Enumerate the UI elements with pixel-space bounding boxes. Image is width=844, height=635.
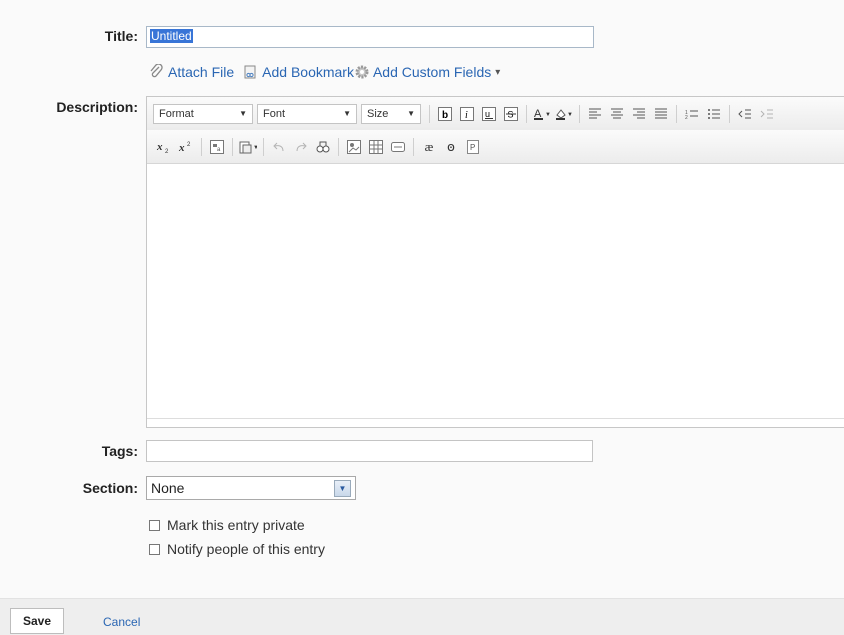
bullet-list-icon[interactable]: [705, 105, 723, 123]
section-select[interactable]: None ▼: [146, 476, 356, 500]
private-checkbox-label: Mark this entry private: [167, 517, 305, 533]
redo-icon[interactable]: [292, 138, 310, 156]
superscript-icon[interactable]: x2: [177, 138, 195, 156]
svg-text:P: P: [470, 143, 475, 152]
notify-checkbox[interactable]: [149, 543, 160, 555]
italic-icon[interactable]: i: [458, 105, 476, 123]
toolbar-separator: [729, 104, 730, 123]
font-dropdown[interactable]: Font ▼: [257, 103, 357, 124]
svg-text:i: i: [465, 110, 468, 121]
attach-file-link[interactable]: Attach File: [148, 64, 234, 80]
toolbar-separator: [263, 137, 264, 156]
svg-text:2: 2: [187, 142, 191, 148]
font-dropdown-label: Font: [263, 107, 286, 120]
title-label: Title:: [104, 28, 138, 44]
align-right-icon[interactable]: [630, 105, 648, 123]
align-left-icon[interactable]: [586, 105, 604, 123]
svg-text:x: x: [178, 142, 185, 154]
description-label: Description:: [56, 99, 138, 115]
section-selected-value: None: [151, 480, 185, 496]
dropdown-arrow-icon: ▼: [407, 109, 415, 118]
add-bookmark-label: Add Bookmark: [262, 64, 354, 80]
indent-icon[interactable]: [758, 105, 776, 123]
svg-text:2: 2: [685, 115, 688, 120]
insert-image-icon[interactable]: a: [208, 138, 226, 156]
attachment-links: Attach File Add Bookmark Add Custom Fiel…: [148, 64, 500, 80]
editor-content-area[interactable]: [147, 164, 844, 427]
add-custom-fields-label: Add Custom Fields: [372, 64, 492, 80]
subscript-icon[interactable]: x2: [155, 138, 173, 156]
toolbar-separator: [201, 137, 202, 156]
toolbar-separator: [579, 104, 580, 123]
chevron-down-icon: ▾: [495, 66, 501, 78]
dropdown-arrow-icon: ▼: [343, 109, 351, 118]
attach-file-label: Attach File: [168, 64, 235, 80]
editor-status-bar: [147, 418, 844, 427]
bookmark-icon: [244, 65, 256, 79]
insert-media-icon[interactable]: [345, 138, 363, 156]
svg-text:▼: ▼: [545, 112, 551, 118]
format-dropdown-label: Format: [159, 107, 194, 120]
tags-input[interactable]: [146, 440, 593, 462]
svg-text:b: b: [442, 110, 448, 121]
numbered-list-icon[interactable]: 12: [683, 105, 701, 123]
outdent-icon[interactable]: [736, 105, 754, 123]
strikethrough-icon[interactable]: S: [502, 105, 520, 123]
paste-icon[interactable]: ▼: [239, 138, 257, 156]
title-value: Untitled: [150, 29, 193, 43]
undo-icon[interactable]: [270, 138, 288, 156]
dropdown-arrow-icon: ▼: [239, 109, 247, 118]
insert-table-icon[interactable]: [367, 138, 385, 156]
svg-text:2: 2: [165, 149, 169, 154]
format-dropdown[interactable]: Format ▼: [153, 103, 253, 124]
text-color-icon[interactable]: A ▼: [533, 105, 551, 123]
add-bookmark-link[interactable]: Add Bookmark: [242, 64, 354, 80]
toolbar-separator: [676, 104, 677, 123]
notify-checkbox-row[interactable]: Notify people of this entry: [149, 541, 325, 557]
editor-toolbar-row-1: Format ▼ Font ▼ Size ▼ b i u S A▼ ▼ 12: [147, 97, 844, 131]
private-checkbox-row[interactable]: Mark this entry private: [149, 517, 305, 533]
section-label: Section:: [82, 480, 138, 496]
background-color-icon[interactable]: ▼: [555, 105, 573, 123]
paragraph-icon[interactable]: P: [464, 138, 482, 156]
gear-icon: [355, 65, 369, 79]
bold-icon[interactable]: b: [436, 105, 454, 123]
rich-text-editor: Format▼ Font▼ Size▼ b i u S A▼ ▼ 12 x2 x…: [146, 96, 844, 428]
save-button[interactable]: Save: [10, 608, 64, 634]
svg-text:u: u: [485, 109, 490, 119]
align-center-icon[interactable]: [608, 105, 626, 123]
add-custom-fields-link[interactable]: Add Custom Fields ▾: [354, 64, 500, 80]
toolbar-separator: [338, 137, 339, 156]
title-input[interactable]: Untitled: [146, 26, 594, 48]
insert-link-icon[interactable]: [389, 138, 407, 156]
find-icon[interactable]: [314, 138, 332, 156]
size-dropdown-label: Size: [367, 107, 389, 120]
size-dropdown[interactable]: Size ▼: [361, 103, 421, 124]
paperclip-icon: [150, 64, 163, 78]
blockquote-icon[interactable]: ꙩ: [442, 138, 460, 156]
tags-label: Tags:: [101, 443, 138, 459]
toolbar-separator: [429, 104, 430, 123]
align-justify-icon[interactable]: [652, 105, 670, 123]
svg-text:▼: ▼: [567, 112, 573, 118]
form-footer: Save Cancel: [0, 598, 844, 635]
toolbar-separator: [232, 137, 233, 156]
underline-icon[interactable]: u: [480, 105, 498, 123]
toolbar-separator: [413, 137, 414, 156]
special-character-icon[interactable]: æ: [420, 138, 438, 156]
chevron-down-icon: ▼: [334, 479, 351, 497]
editor-toolbar-row-2: x2 x2 a ▼ æ ꙩ P: [147, 130, 844, 164]
svg-text:▼: ▼: [253, 145, 257, 151]
private-checkbox[interactable]: [149, 519, 160, 531]
notify-checkbox-label: Notify people of this entry: [167, 541, 325, 557]
svg-text:x: x: [156, 141, 163, 153]
toolbar-separator: [526, 104, 527, 123]
cancel-link[interactable]: Cancel: [103, 615, 140, 629]
